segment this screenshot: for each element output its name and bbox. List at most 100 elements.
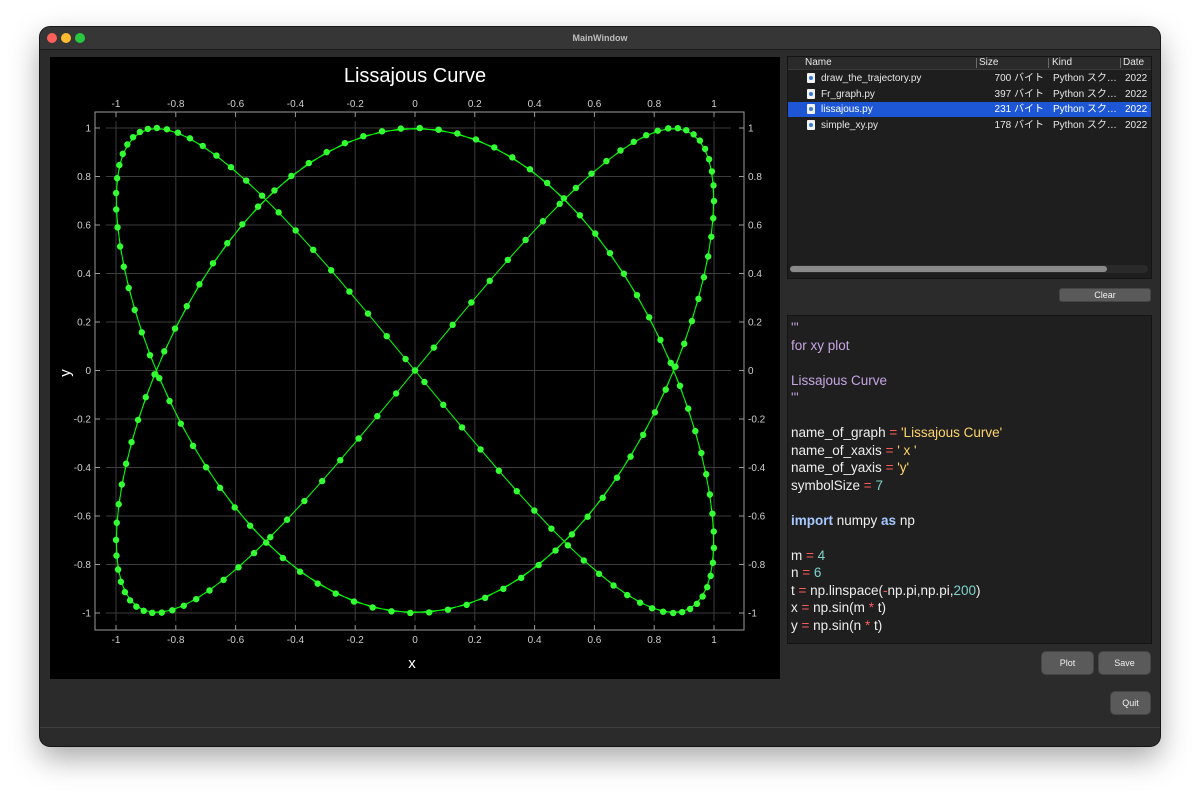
file-date: 2022 — [1125, 88, 1148, 100]
title-bar: MainWindow — [40, 27, 1160, 50]
save-button[interactable]: Save — [1099, 652, 1150, 674]
data-point — [592, 230, 599, 237]
data-point — [113, 519, 120, 526]
y-tick-label-right: -0.6 — [748, 512, 766, 523]
clear-button[interactable]: Clear — [1060, 289, 1150, 301]
file-name: Fr_graph.py — [821, 88, 875, 100]
file-name: simple_xy.py — [821, 119, 879, 131]
column-separator[interactable] — [1048, 58, 1049, 68]
code-editor[interactable]: ''' for xy plot Lissajous Curve ''' name_of_… — [787, 315, 1152, 644]
data-point — [254, 203, 262, 210]
data-point — [477, 446, 484, 453]
data-point — [124, 141, 131, 148]
file-row[interactable]: lissajous.py 231 バイト Python スク… 2022 — [788, 102, 1151, 117]
data-point — [685, 405, 692, 412]
data-point — [610, 582, 617, 589]
code-line: Lissajous Curve — [791, 372, 887, 389]
y-tick-label-right: 0.4 — [748, 269, 762, 280]
plot-area[interactable]: -1 -1 -0.8 -0.8 -0.6 -0.6 -0.4 -0.4 -0.2 -0.2 0 0 0.… — [50, 57, 780, 679]
data-point — [693, 600, 701, 607]
data-point — [669, 609, 677, 617]
column-separator[interactable] — [1120, 58, 1121, 68]
horizontal-scrollbar[interactable] — [790, 265, 1148, 273]
data-point — [332, 590, 339, 597]
code-token: = — [802, 565, 811, 580]
x-tick-label-top: -0.6 — [227, 99, 245, 110]
data-point — [117, 578, 125, 585]
window-title: MainWindow — [572, 33, 628, 43]
column-header-size[interactable]: Size — [979, 57, 998, 69]
column-header-name[interactable]: Name — [805, 57, 832, 69]
data-point — [121, 588, 129, 596]
data-point — [706, 491, 714, 498]
data-point — [283, 516, 291, 523]
file-row[interactable]: Fr_graph.py 397 バイト Python スク… 2022 — [788, 87, 1151, 102]
data-point — [392, 390, 400, 397]
data-point — [588, 170, 595, 177]
x-tick-label-top: 0.2 — [468, 99, 482, 110]
code-token: np.sin(n — [809, 617, 865, 633]
data-point — [243, 177, 250, 184]
data-point — [267, 533, 274, 541]
data-point — [163, 126, 171, 133]
file-row[interactable]: draw_the_trajectory.py 700 バイト Python スク… 2… — [788, 71, 1151, 86]
data-point — [710, 182, 717, 189]
code-line: t = np.linspace(-np.pi,np.pi,200) — [791, 582, 981, 599]
code-token: np.pi,np.pi, — [887, 582, 954, 598]
code-token: name_of_xaxis — [791, 442, 886, 458]
code-token: np.linspace( — [806, 582, 883, 598]
column-separator[interactable] — [976, 58, 977, 68]
file-row[interactable]: simple_xy.py 178 バイト Python スク… 2022 — [788, 118, 1151, 133]
code-line: name_of_graph = 'Lissajous Curve' — [791, 424, 1002, 441]
y-axis-label: y — [57, 369, 74, 377]
data-point — [126, 597, 134, 604]
data-point — [161, 348, 168, 355]
data-point — [258, 192, 266, 199]
code-token: 6 — [813, 565, 822, 580]
x-tick-label-bottom: 1 — [711, 635, 717, 646]
data-point — [695, 295, 702, 303]
data-point — [275, 209, 282, 216]
x-tick-label-bottom: 0.4 — [528, 635, 542, 646]
data-point — [288, 172, 295, 180]
data-point — [128, 438, 135, 446]
data-point — [416, 124, 423, 132]
data-point — [180, 602, 187, 609]
data-point — [633, 292, 641, 299]
y-tick-label-right: -0.4 — [748, 463, 766, 474]
data-point — [648, 605, 656, 612]
quit-button[interactable]: Quit — [1111, 692, 1150, 714]
data-point — [454, 130, 461, 137]
data-point — [378, 128, 386, 135]
data-point — [430, 344, 438, 351]
data-point — [158, 609, 165, 616]
data-point — [654, 127, 661, 134]
data-point — [140, 607, 147, 615]
column-header-kind[interactable]: Kind — [1052, 57, 1072, 69]
data-point — [472, 136, 480, 143]
data-point — [296, 568, 304, 575]
data-point — [279, 554, 287, 562]
data-point — [657, 336, 664, 344]
data-point — [676, 382, 684, 389]
x-tick-label-bottom: 0.8 — [647, 635, 661, 646]
data-point — [709, 510, 716, 517]
y-tick-label-right: 0.8 — [748, 172, 762, 183]
data-point — [202, 464, 210, 471]
data-point — [374, 412, 381, 420]
scrollbar-thumb[interactable] — [790, 266, 1107, 272]
data-point — [216, 484, 224, 492]
code-token: y — [791, 617, 802, 633]
file-list[interactable]: Name Size Kind Date draw_the_trajectory.… — [787, 56, 1152, 279]
data-point — [710, 197, 718, 205]
plot-button[interactable]: Plot — [1042, 652, 1093, 674]
x-tick-label-bottom: -0.8 — [167, 635, 185, 646]
data-point — [584, 513, 591, 520]
data-point — [509, 154, 516, 161]
code-token: 4 — [817, 547, 826, 563]
code-token: 200 — [953, 582, 977, 598]
column-header-date[interactable]: Date — [1123, 57, 1144, 69]
data-point — [397, 125, 405, 132]
data-point — [576, 212, 584, 219]
data-point — [114, 224, 121, 231]
